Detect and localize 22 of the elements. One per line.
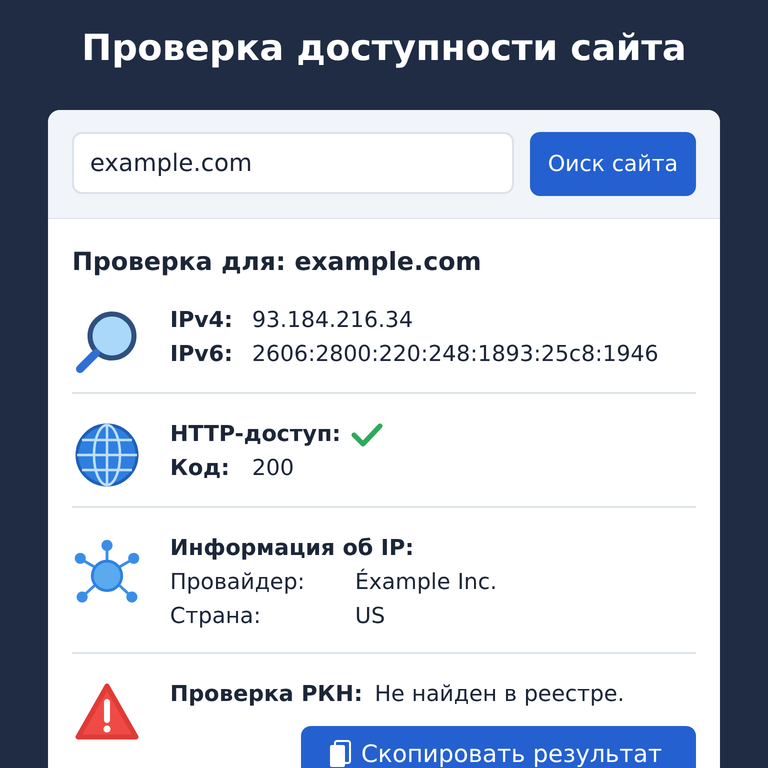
field-label: HTTP-доступ: (170, 421, 341, 449)
copy-icon (329, 740, 352, 768)
warning-icon (74, 682, 140, 742)
field-label: Провайдер: (170, 569, 306, 597)
field-value: 93.184.216.34 (252, 307, 413, 335)
field-label: Страна: (170, 603, 262, 631)
page-title: Проверка доступности сайта (80, 27, 688, 71)
field-value: US (355, 603, 386, 631)
section-heading: Информация об IP: (170, 535, 415, 563)
field-label: IPv4: (170, 307, 234, 335)
field-label: Проверка РКН: (170, 681, 363, 709)
field-value: 200 (252, 455, 294, 483)
url-field[interactable]: example.com (72, 132, 514, 194)
field-value: 2606:2800:220:248:1893:25c8:1946 (252, 341, 658, 369)
field-label: IPv6: (170, 341, 234, 369)
field-value: Не найден в реестре. (374, 681, 624, 709)
field-value: Éxample Inc. (355, 568, 497, 597)
globe-icon (74, 422, 140, 488)
search-button[interactable]: Оиск сайта (530, 132, 696, 196)
field-label: Код: (170, 455, 231, 483)
copy-button[interactable]: Скопировать результат (301, 726, 696, 768)
result-heading: Проверка для: example.com (72, 247, 482, 276)
